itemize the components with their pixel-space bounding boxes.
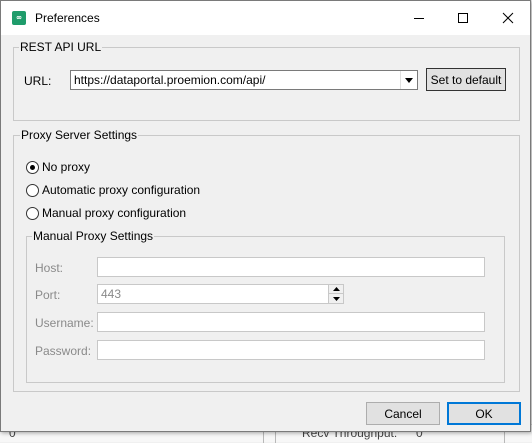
radio-automatic-proxy[interactable] xyxy=(26,184,39,197)
minimize-button[interactable] xyxy=(396,1,441,35)
proemion-app-icon: ∞ xyxy=(12,11,26,25)
manual-proxy-settings-title: Manual Proxy Settings xyxy=(32,229,155,243)
manual-proxy-settings-group: Manual Proxy Settings Host: Port: 443 Us… xyxy=(26,229,505,383)
no-proxy-label[interactable]: No proxy xyxy=(42,160,90,174)
url-combobox[interactable]: https://dataportal.proemion.com/api/ xyxy=(70,70,418,90)
radio-no-proxy[interactable] xyxy=(26,161,39,174)
window-title: Preferences xyxy=(35,11,100,25)
host-field[interactable] xyxy=(97,257,485,277)
cancel-button[interactable]: Cancel xyxy=(366,402,440,425)
password-label: Password: xyxy=(35,344,92,358)
close-icon xyxy=(502,12,513,24)
username-field[interactable] xyxy=(97,312,485,332)
port-decrement-button[interactable] xyxy=(328,294,343,303)
close-button[interactable] xyxy=(485,1,530,35)
rest-api-url-group: REST API URL URL: https://dataportal.pro… xyxy=(13,40,520,121)
rest-api-url-group-title: REST API URL xyxy=(19,40,103,54)
spin-down-icon xyxy=(332,296,340,301)
maximize-icon xyxy=(457,13,468,23)
radio-manual-proxy[interactable] xyxy=(26,207,39,220)
proxy-server-settings-title: Proxy Server Settings xyxy=(20,128,139,142)
minimize-icon xyxy=(413,18,424,19)
set-to-default-button[interactable]: Set to default xyxy=(426,68,506,91)
combo-dropdown-arrow[interactable] xyxy=(400,71,417,89)
proxy-server-settings-group: Proxy Server Settings No proxy Automatic… xyxy=(13,128,520,392)
port-label: Port: xyxy=(35,288,61,302)
url-value: https://dataportal.proemion.com/api/ xyxy=(74,73,266,87)
port-value: 443 xyxy=(101,287,122,301)
port-increment-button[interactable] xyxy=(328,285,343,294)
ok-button[interactable]: OK xyxy=(447,402,521,425)
title-bar[interactable]: ∞ Preferences xyxy=(1,1,530,35)
port-stepper[interactable]: 443 xyxy=(97,284,344,304)
automatic-proxy-label[interactable]: Automatic proxy configuration xyxy=(42,183,200,197)
manual-proxy-label[interactable]: Manual proxy configuration xyxy=(42,206,186,220)
preferences-dialog: ∞ Preferences REST API URL URL: https://… xyxy=(0,0,531,432)
maximize-button[interactable] xyxy=(440,1,485,35)
chevron-down-icon xyxy=(405,77,413,83)
host-label: Host: xyxy=(35,261,64,275)
username-label: Username: xyxy=(35,316,94,330)
password-field[interactable] xyxy=(97,340,485,360)
url-label: URL: xyxy=(24,74,52,88)
spin-up-icon xyxy=(332,287,340,291)
